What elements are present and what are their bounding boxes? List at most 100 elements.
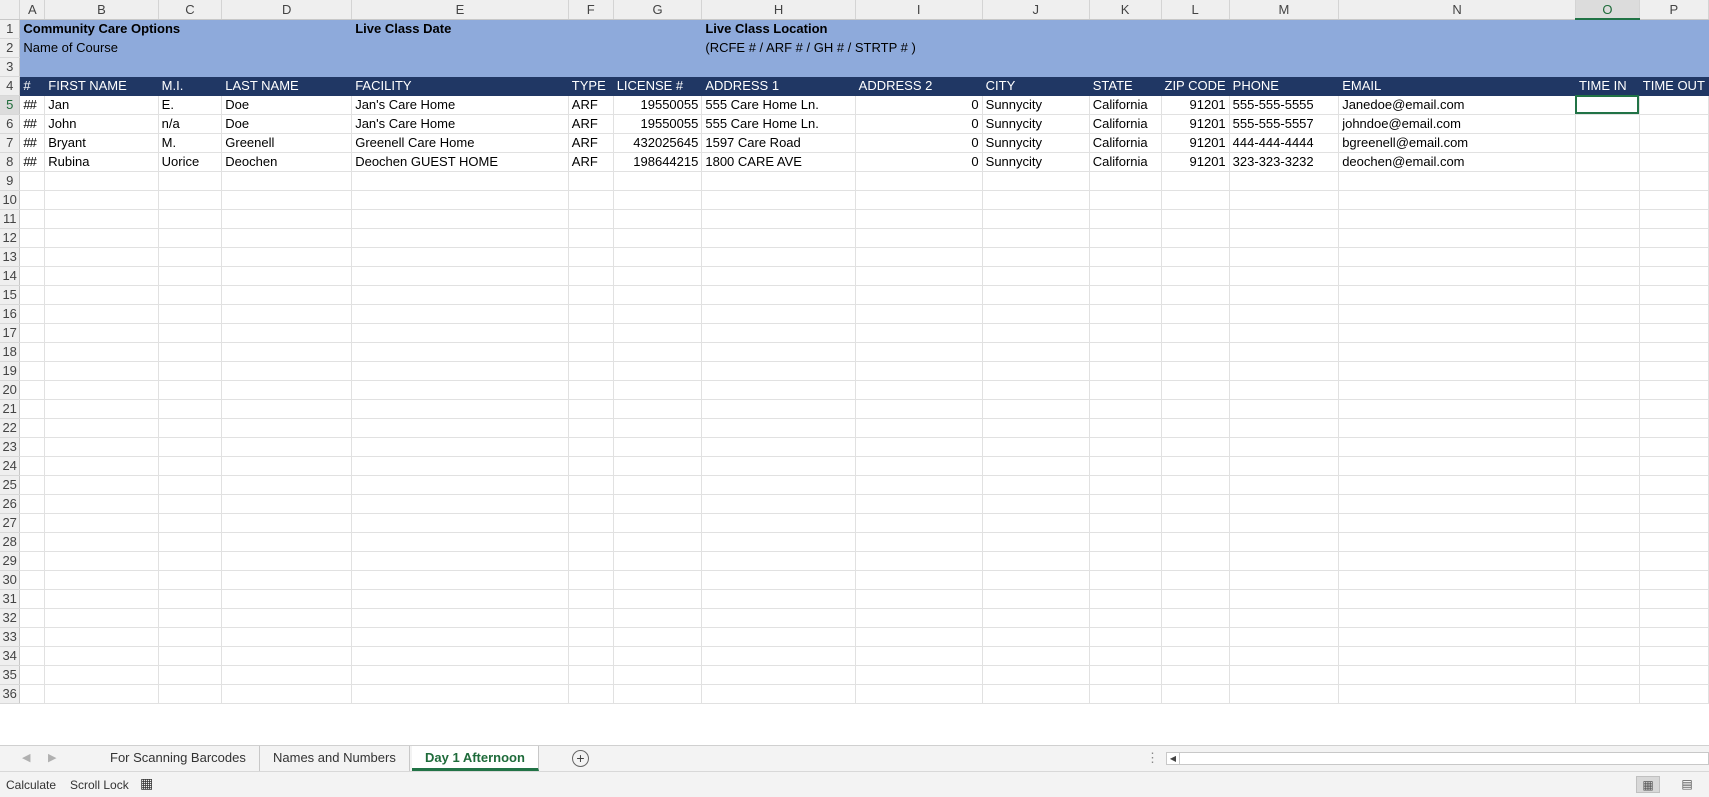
cell[interactable]: bgreenell@email.com [1338, 133, 1576, 153]
cell[interactable] [1089, 171, 1162, 191]
cell[interactable] [568, 418, 614, 438]
cell[interactable] [1639, 570, 1709, 590]
cell[interactable]: 91201 [1161, 95, 1230, 115]
header-cell[interactable]: TYPE [568, 76, 614, 96]
column-header-p[interactable]: P [1639, 0, 1709, 20]
cell[interactable] [1229, 380, 1340, 400]
cell[interactable] [982, 342, 1090, 362]
cell[interactable] [701, 342, 856, 362]
cell[interactable] [1639, 304, 1709, 324]
cell[interactable] [613, 437, 703, 457]
cell[interactable] [44, 418, 159, 438]
cell[interactable] [19, 304, 46, 324]
cell[interactable] [1338, 494, 1576, 514]
cell[interactable] [19, 323, 46, 343]
cell[interactable] [1575, 361, 1640, 381]
row-header[interactable]: 6 [0, 114, 21, 134]
cell[interactable] [613, 646, 703, 666]
cell[interactable] [158, 228, 223, 248]
cell[interactable] [158, 399, 223, 419]
cell[interactable]: 444-444-4444 [1229, 133, 1340, 153]
cell[interactable] [613, 171, 703, 191]
cell-e2[interactable] [351, 38, 703, 58]
cell[interactable] [1575, 684, 1640, 704]
cell[interactable] [158, 494, 223, 514]
tab-splitter-handle[interactable]: ⋮ [1146, 750, 1159, 766]
cell[interactable] [982, 323, 1090, 343]
header-cell[interactable]: TIME OUT [1639, 76, 1709, 96]
cell[interactable]: Sunnycity [982, 133, 1090, 153]
cell[interactable] [1639, 494, 1709, 514]
cell-e1[interactable]: Live Class Date [351, 19, 703, 39]
cell[interactable] [44, 399, 159, 419]
cell[interactable] [1229, 475, 1340, 495]
cell[interactable] [44, 608, 159, 628]
cell[interactable] [982, 418, 1090, 438]
row-header[interactable]: 27 [0, 513, 21, 533]
row-header[interactable]: 33 [0, 627, 21, 647]
cell[interactable] [701, 437, 856, 457]
cell[interactable] [351, 247, 569, 267]
cell[interactable] [855, 361, 983, 381]
cell[interactable] [701, 475, 856, 495]
header-cell[interactable]: M.I. [158, 76, 223, 96]
cell[interactable] [19, 361, 46, 381]
cell[interactable] [982, 684, 1090, 704]
cell[interactable] [1229, 228, 1340, 248]
cell[interactable] [855, 342, 983, 362]
cell[interactable] [1575, 456, 1640, 476]
cell[interactable] [158, 380, 223, 400]
row-header[interactable]: 17 [0, 323, 21, 343]
cell[interactable] [855, 304, 983, 324]
cell[interactable] [982, 285, 1090, 305]
cell[interactable] [1639, 380, 1709, 400]
cell[interactable] [1639, 684, 1709, 704]
cell[interactable]: California [1089, 133, 1162, 153]
cell[interactable] [1338, 665, 1576, 685]
cell[interactable] [19, 646, 46, 666]
cell[interactable] [1161, 494, 1230, 514]
cell[interactable] [1639, 95, 1709, 115]
column-header-k[interactable]: K [1089, 0, 1162, 20]
cell[interactable] [701, 627, 856, 647]
worksheet-table[interactable]: A B C D E F G H I J K L M N O P 1 Commun… [0, 0, 1709, 704]
header-cell[interactable]: FIRST NAME [44, 76, 159, 96]
cell[interactable] [1229, 570, 1340, 590]
cell[interactable] [1575, 152, 1640, 172]
page-layout-view-icon[interactable]: ▤ [1675, 776, 1699, 793]
cell[interactable] [1338, 589, 1576, 609]
cell[interactable] [855, 627, 983, 647]
cell[interactable]: 19550055 [613, 95, 703, 115]
cell[interactable] [568, 285, 614, 305]
cell[interactable] [1575, 304, 1640, 324]
cell[interactable] [1089, 627, 1162, 647]
column-header-o[interactable]: O [1575, 0, 1640, 20]
cell[interactable] [1229, 190, 1340, 210]
cell[interactable] [1575, 380, 1640, 400]
cell[interactable] [1089, 247, 1162, 267]
cell[interactable] [158, 323, 223, 343]
cell[interactable] [1639, 247, 1709, 267]
cell[interactable] [221, 171, 353, 191]
cell[interactable] [351, 684, 569, 704]
header-cell[interactable]: ZIP CODE [1161, 76, 1230, 96]
row-header[interactable]: 25 [0, 475, 21, 495]
cell[interactable] [1089, 437, 1162, 457]
cell[interactable] [1089, 380, 1162, 400]
cell[interactable]: 555 Care Home Ln. [701, 95, 856, 115]
cell[interactable] [855, 494, 983, 514]
cell[interactable] [982, 589, 1090, 609]
cell[interactable] [982, 228, 1090, 248]
cell[interactable] [1575, 570, 1640, 590]
cell[interactable] [1639, 627, 1709, 647]
cell[interactable] [1229, 513, 1340, 533]
cell[interactable] [982, 608, 1090, 628]
cell[interactable] [1575, 114, 1640, 134]
cell[interactable] [1639, 266, 1709, 286]
cell[interactable] [44, 532, 159, 552]
cell[interactable] [19, 532, 46, 552]
cell[interactable] [568, 589, 614, 609]
cell[interactable]: Deochen GUEST HOME [351, 152, 569, 172]
cell[interactable] [1161, 247, 1230, 267]
cell[interactable] [1575, 627, 1640, 647]
